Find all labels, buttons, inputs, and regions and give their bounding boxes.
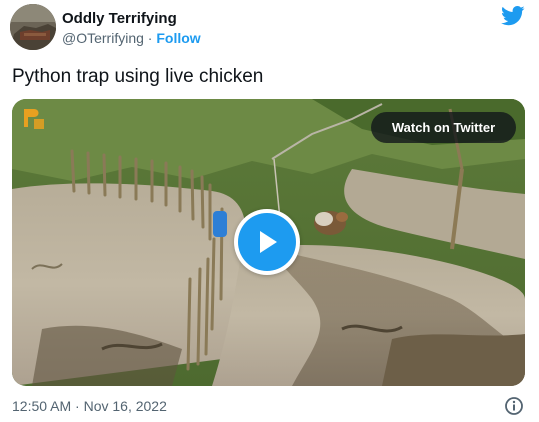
info-icon[interactable] [504, 396, 524, 416]
avatar[interactable] [10, 4, 56, 50]
author-name[interactable]: Oddly Terrifying [62, 10, 177, 27]
video-thumbnail[interactable]: Watch on Twitter [12, 99, 525, 386]
watermark-logo [24, 109, 44, 129]
tweet-timestamp[interactable]: 12:50 AM · Nov 16, 2022 [12, 398, 167, 414]
tweet-text: Python trap using live chicken [12, 66, 264, 87]
author-handle-row: @OTerrifying · Follow [62, 30, 201, 46]
watch-on-twitter-button[interactable]: Watch on Twitter [371, 112, 516, 143]
play-button[interactable] [234, 209, 300, 275]
twitter-bird-icon[interactable] [501, 6, 525, 26]
author-handle[interactable]: @OTerrifying [62, 30, 144, 46]
tweet-embed-card: Oddly Terrifying @OTerrifying · Follow P… [0, 0, 539, 422]
play-icon [238, 213, 296, 271]
follow-button[interactable]: Follow [156, 30, 200, 46]
